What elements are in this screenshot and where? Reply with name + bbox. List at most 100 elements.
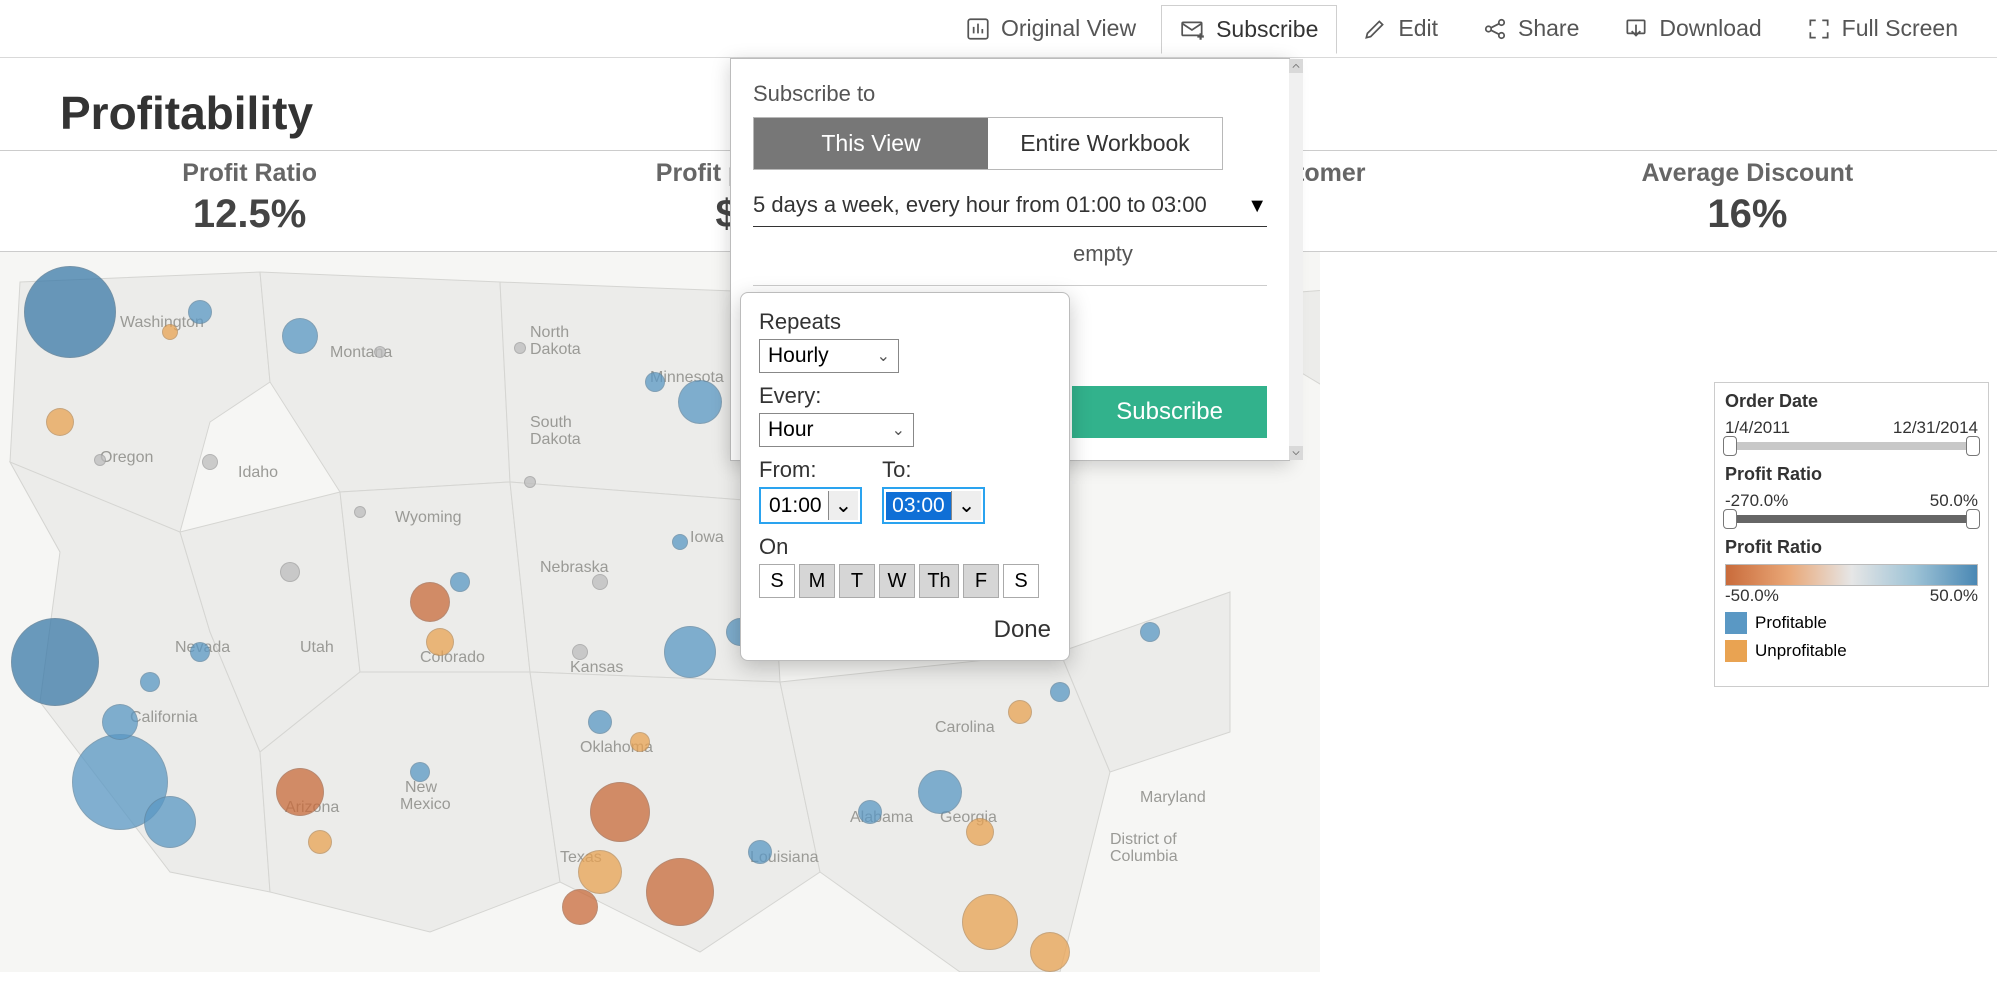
gradient-max: 50.0% bbox=[1930, 586, 1978, 606]
scroll-up-icon[interactable] bbox=[1289, 59, 1303, 73]
swatch-blue bbox=[1725, 612, 1747, 634]
map-point[interactable] bbox=[1050, 682, 1070, 702]
map-point[interactable] bbox=[672, 534, 688, 550]
from-time-select[interactable]: 01:00 ⌄ bbox=[759, 487, 862, 524]
map-point[interactable] bbox=[162, 324, 178, 340]
map-point[interactable] bbox=[276, 768, 324, 816]
map-point[interactable] bbox=[188, 300, 212, 324]
to-label: To: bbox=[882, 457, 985, 483]
day-t-button[interactable]: T bbox=[839, 564, 875, 598]
svg-text:North: North bbox=[530, 324, 569, 341]
schedule-popup: Repeats Hourly ⌄ Every: Hour ⌄ From: 01:… bbox=[740, 292, 1070, 661]
map-point[interactable] bbox=[410, 762, 430, 782]
map-point[interactable] bbox=[354, 506, 366, 518]
map-point[interactable] bbox=[94, 454, 106, 466]
svg-text:Idaho: Idaho bbox=[238, 464, 278, 481]
schedule-dropdown[interactable]: 5 days a week, every hour from 01:00 to … bbox=[753, 188, 1267, 227]
subscribe-submit-button[interactable]: Subscribe bbox=[1072, 386, 1267, 438]
legend-unprofitable: Unprofitable bbox=[1725, 640, 1978, 662]
map-point[interactable] bbox=[588, 710, 612, 734]
day-th-button[interactable]: Th bbox=[919, 564, 959, 598]
done-button[interactable]: Done bbox=[759, 616, 1051, 644]
map-point[interactable] bbox=[918, 770, 962, 814]
map-point[interactable] bbox=[1140, 622, 1160, 642]
order-date-filter[interactable]: Order Date 1/4/2011 12/31/2014 bbox=[1725, 391, 1978, 450]
map-point[interactable] bbox=[374, 346, 386, 358]
map-point[interactable] bbox=[646, 858, 714, 926]
repeats-select[interactable]: Hourly ⌄ bbox=[759, 339, 899, 373]
map-point[interactable] bbox=[102, 704, 138, 740]
day-s-button[interactable]: S bbox=[759, 564, 795, 598]
map-point[interactable] bbox=[858, 800, 882, 824]
profit-ratio-min: -270.0% bbox=[1725, 491, 1788, 511]
map-point[interactable] bbox=[562, 889, 598, 925]
map-point[interactable] bbox=[592, 574, 608, 590]
entire-workbook-toggle[interactable]: Entire Workbook bbox=[988, 118, 1222, 169]
map-point[interactable] bbox=[590, 782, 650, 842]
download-button[interactable]: Download bbox=[1604, 4, 1780, 53]
envelope-plus-icon bbox=[1180, 17, 1206, 43]
map-point[interactable] bbox=[426, 628, 454, 656]
map-point[interactable] bbox=[664, 626, 716, 678]
day-m-button[interactable]: M bbox=[799, 564, 835, 598]
map-point[interactable] bbox=[678, 380, 722, 424]
edit-button[interactable]: Edit bbox=[1343, 4, 1457, 53]
slider-handle-right[interactable] bbox=[1966, 509, 1980, 529]
legend-panel: Order Date 1/4/2011 12/31/2014 Profit Ra… bbox=[1714, 382, 1989, 687]
day-f-button[interactable]: F bbox=[963, 564, 999, 598]
order-date-title: Order Date bbox=[1725, 391, 1978, 412]
to-time-select[interactable]: 03:00 ⌄ bbox=[882, 487, 985, 524]
every-select[interactable]: Hour ⌄ bbox=[759, 413, 914, 447]
order-date-max: 12/31/2014 bbox=[1893, 418, 1978, 438]
order-date-slider[interactable] bbox=[1725, 442, 1978, 450]
scope-toggle: This View Entire Workbook bbox=[753, 117, 1223, 170]
slider-handle-left[interactable] bbox=[1723, 436, 1737, 456]
scroll-down-icon[interactable] bbox=[1289, 446, 1303, 460]
subscribe-to-label: Subscribe to bbox=[753, 81, 1267, 107]
panel-scrollbar[interactable] bbox=[1289, 59, 1303, 460]
map-point[interactable] bbox=[280, 562, 300, 582]
this-view-toggle[interactable]: This View bbox=[754, 118, 988, 169]
map-point[interactable] bbox=[524, 476, 536, 488]
color-legend: Profit Ratio -50.0% 50.0% Profitable Unp… bbox=[1725, 537, 1978, 662]
map-point[interactable] bbox=[1030, 932, 1070, 972]
slider-handle-left[interactable] bbox=[1723, 509, 1737, 529]
profit-ratio-slider[interactable] bbox=[1725, 515, 1978, 523]
chevron-down-icon: ⌄ bbox=[828, 491, 859, 520]
map-point[interactable] bbox=[748, 840, 772, 864]
map-point[interactable] bbox=[962, 894, 1018, 950]
original-view-button[interactable]: Original View bbox=[946, 4, 1155, 53]
map-point[interactable] bbox=[46, 408, 74, 436]
map-point[interactable] bbox=[645, 372, 665, 392]
map-point[interactable] bbox=[202, 454, 218, 470]
map-point[interactable] bbox=[578, 850, 622, 894]
day-w-button[interactable]: W bbox=[879, 564, 915, 598]
svg-text:Carolina: Carolina bbox=[935, 719, 995, 736]
order-date-min: 1/4/2011 bbox=[1725, 418, 1790, 438]
map-point[interactable] bbox=[514, 342, 526, 354]
map-point[interactable] bbox=[410, 582, 450, 622]
map-point[interactable] bbox=[572, 644, 588, 660]
map-point[interactable] bbox=[630, 732, 650, 752]
slider-handle-right[interactable] bbox=[1966, 436, 1980, 456]
map-point[interactable] bbox=[144, 796, 196, 848]
kpi-profit-ratio: Profit Ratio 12.5% bbox=[0, 159, 499, 237]
share-label: Share bbox=[1518, 15, 1579, 42]
map-point[interactable] bbox=[140, 672, 160, 692]
day-s-button[interactable]: S bbox=[1003, 564, 1039, 598]
subscribe-button[interactable]: Subscribe bbox=[1161, 5, 1337, 54]
gradient-title: Profit Ratio bbox=[1725, 537, 1978, 558]
map-point[interactable] bbox=[450, 572, 470, 592]
map-point[interactable] bbox=[190, 642, 210, 662]
share-icon bbox=[1482, 16, 1508, 42]
map-point[interactable] bbox=[282, 318, 318, 354]
share-button[interactable]: Share bbox=[1463, 4, 1598, 53]
caret-down-icon: ▼ bbox=[1247, 195, 1267, 218]
profit-ratio-filter[interactable]: Profit Ratio -270.0% 50.0% bbox=[1725, 464, 1978, 523]
map-point[interactable] bbox=[308, 830, 332, 854]
map-point[interactable] bbox=[11, 618, 99, 706]
full-screen-button[interactable]: Full Screen bbox=[1787, 4, 1977, 53]
map-point[interactable] bbox=[966, 818, 994, 846]
map-point[interactable] bbox=[1008, 700, 1032, 724]
map-point[interactable] bbox=[24, 266, 116, 358]
